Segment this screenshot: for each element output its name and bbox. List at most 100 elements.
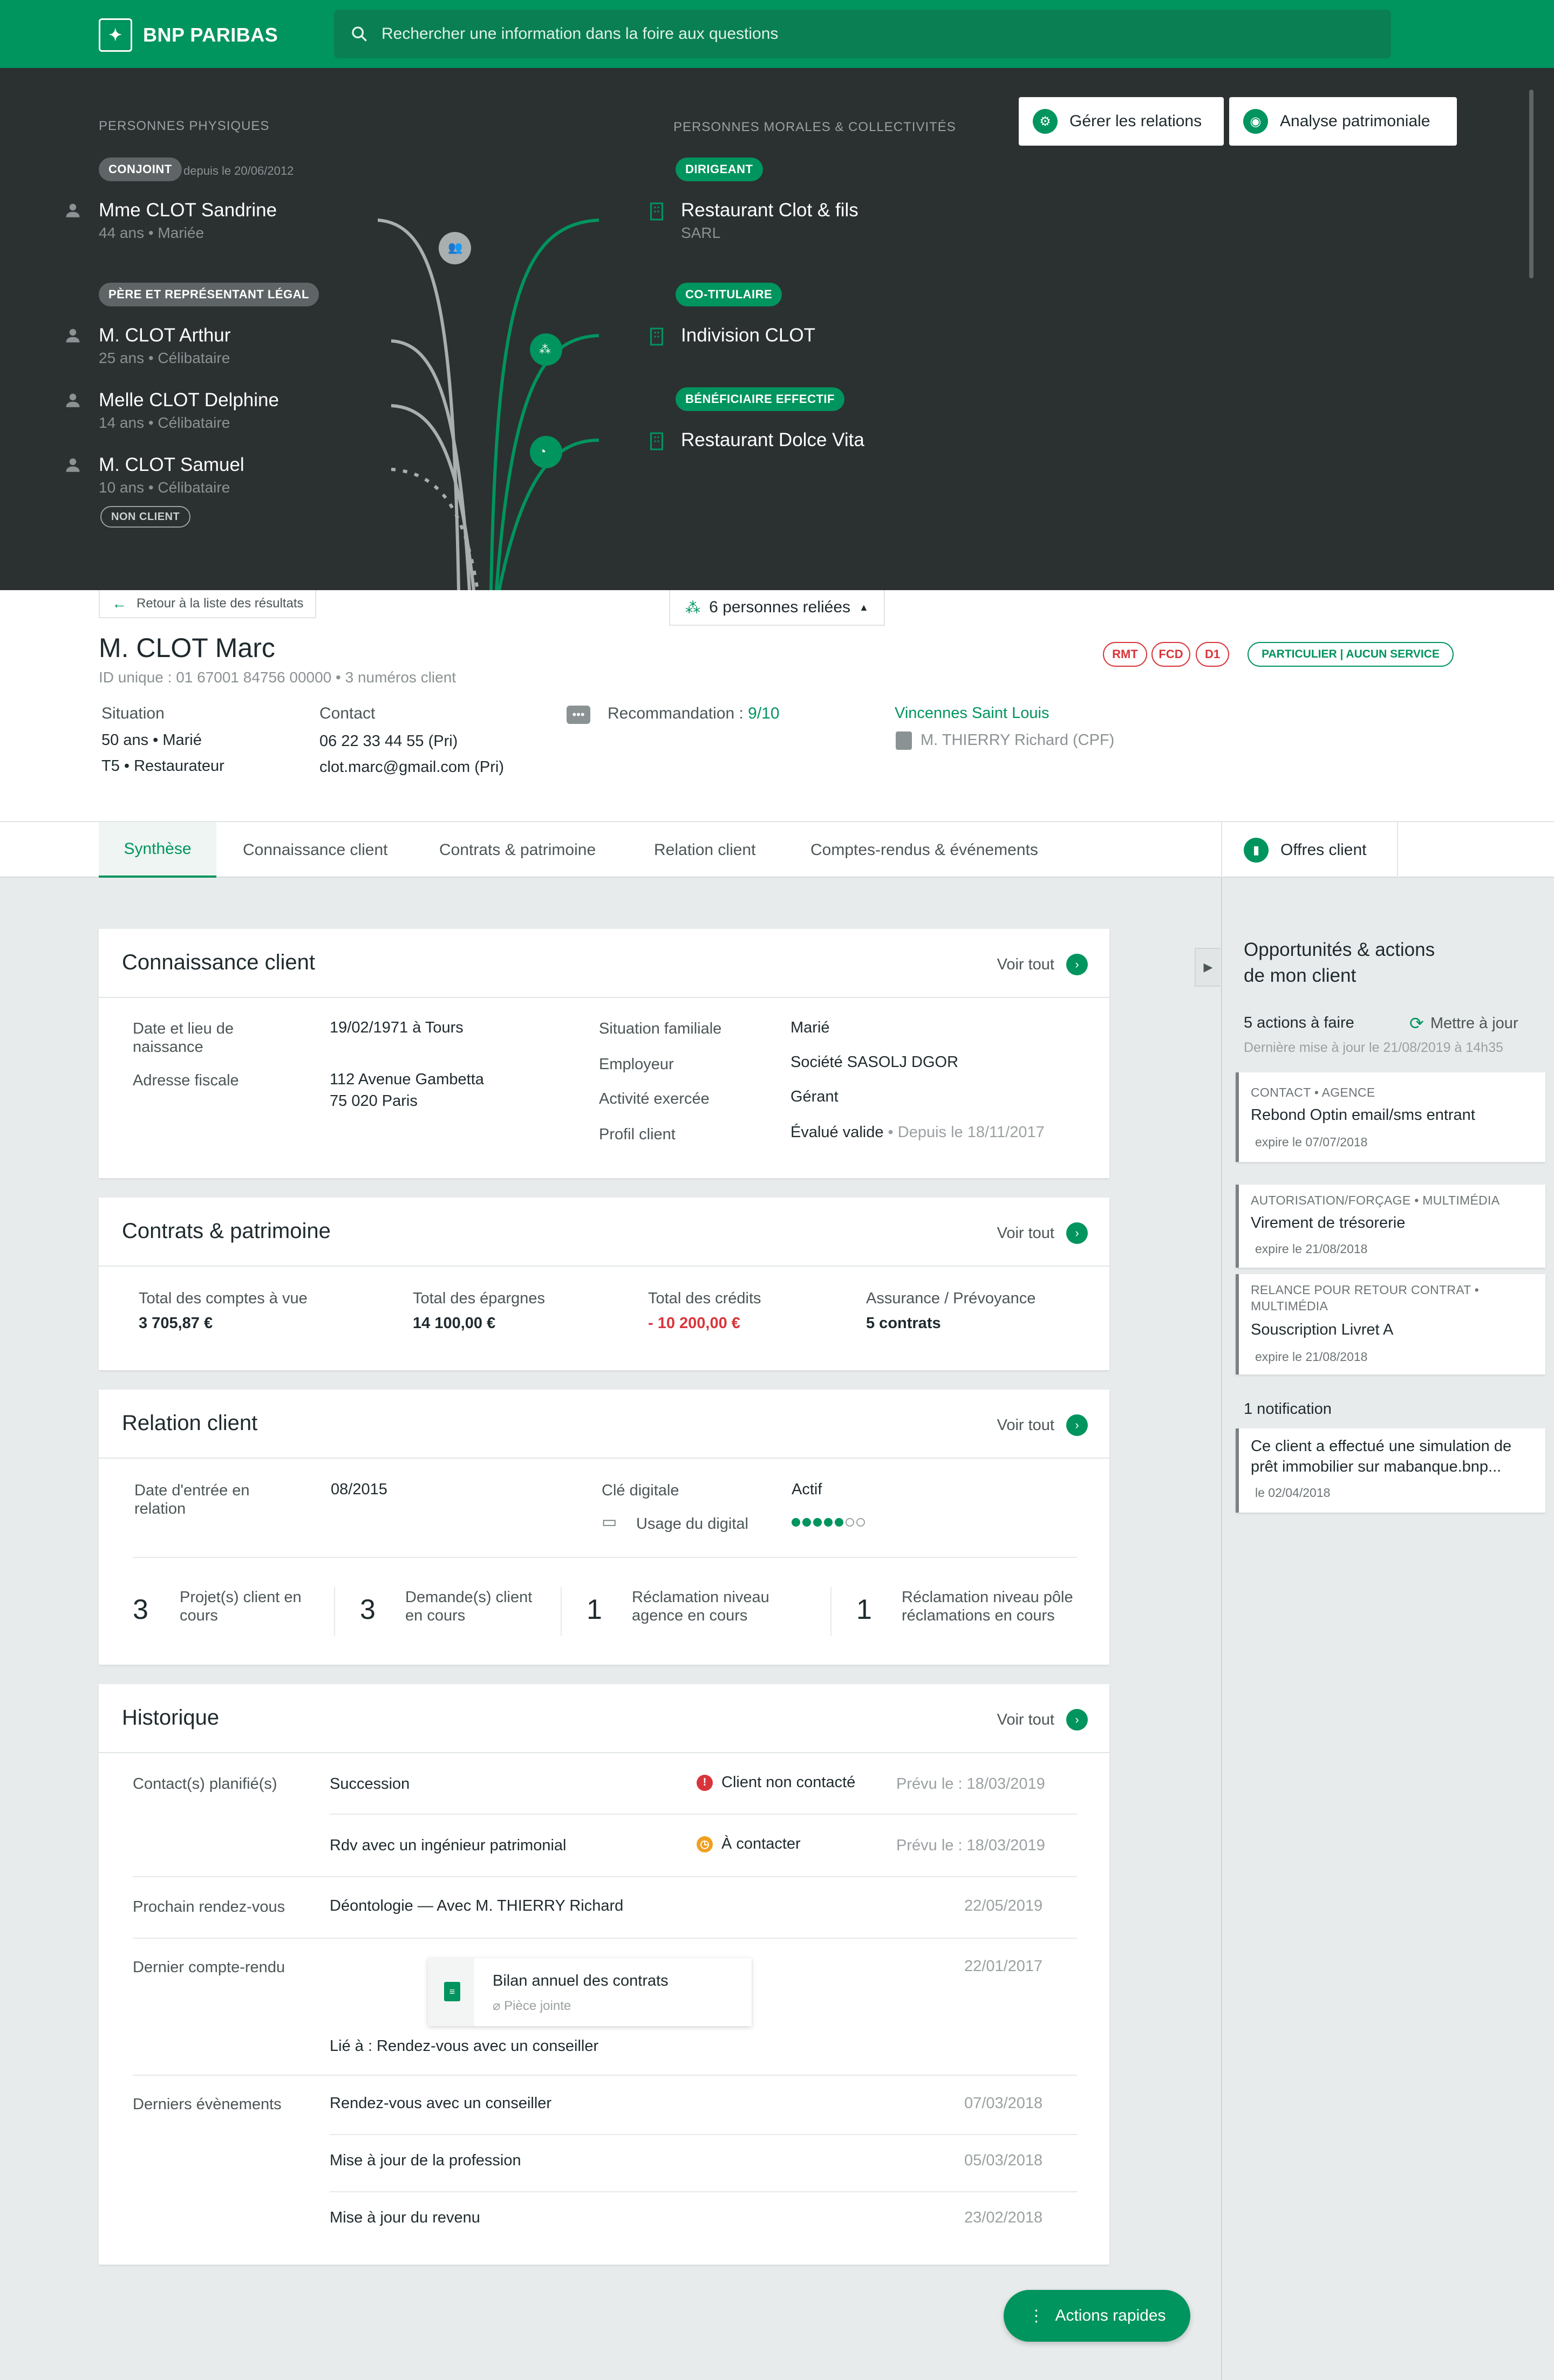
- family-value: Marié: [790, 1019, 830, 1036]
- relation-tag-spouse: CONJOINT: [99, 158, 182, 181]
- top-bar: ✦ BNP PARIBAS Rechercher une information…: [0, 0, 1554, 68]
- usage-dot-filled: [802, 1518, 811, 1527]
- next-appointment-label: Prochain rendez-vous: [133, 1898, 285, 1916]
- address-label: Adresse fiscale: [133, 1072, 239, 1089]
- divider: [133, 1876, 1077, 1877]
- usage-dot-filled: [792, 1518, 800, 1527]
- divider: [133, 1938, 1077, 1939]
- manage-relations-button[interactable]: ⚙ Gérer les relations: [1019, 97, 1224, 146]
- entry-date-value: 08/2015: [331, 1481, 387, 1498]
- relation-tag-beneficial-owner: BÉNÉFICIAIRE EFFECTIF: [676, 387, 844, 411]
- agency-link[interactable]: Vincennes Saint Louis: [895, 705, 1049, 722]
- tab-synthese[interactable]: Synthèse: [99, 822, 216, 878]
- stat-label[interactable]: Réclamation niveau agence en cours: [632, 1588, 788, 1625]
- see-all-link[interactable]: Voir tout ›: [997, 1222, 1088, 1244]
- planned-contact-date: Prévu le : 18/03/2019: [896, 1775, 1045, 1793]
- event-text[interactable]: Mise à jour de la profession: [330, 2150, 521, 2171]
- quick-actions-button[interactable]: ⋮ Actions rapides: [1004, 2290, 1190, 2342]
- back-to-results-link[interactable]: ← Retour à la liste des résultats: [99, 590, 317, 618]
- last-report-link[interactable]: Lié à : Rendez-vous avec un conseiller: [330, 2036, 598, 2056]
- group-icon: ⁂: [539, 343, 551, 356]
- recommendation-value: 9/10: [748, 705, 780, 722]
- relation-name-samuel[interactable]: M. CLOT Samuel: [99, 454, 244, 476]
- brand-logo[interactable]: ✦ BNP PARIBAS: [99, 18, 278, 52]
- tab-relation-client[interactable]: Relation client: [654, 822, 755, 878]
- action-card[interactable]: RELANCE POUR RETOUR CONTRAT • MULTIMÉDIA…: [1236, 1274, 1545, 1374]
- search-placeholder: Rechercher une information dans la foire…: [381, 25, 779, 43]
- last-report-card[interactable]: ≡ Bilan annuel des contrats ⌀ Pièce join…: [428, 1958, 752, 2026]
- stat-label[interactable]: Demande(s) client en cours: [405, 1588, 546, 1625]
- last-update: Dernière mise à jour le 21/08/2019 à 14h…: [1244, 1040, 1503, 1055]
- faq-search-input[interactable]: Rechercher une information dans la foire…: [334, 10, 1391, 58]
- event-date: 05/03/2018: [964, 2152, 1043, 2169]
- chevron-right-icon: ›: [1066, 1222, 1088, 1244]
- savings-label: Total des épargnes: [413, 1290, 546, 1307]
- person-icon: [66, 203, 80, 217]
- birth-value: 19/02/1971 à Tours: [330, 1019, 464, 1036]
- birth-label: Date et lieu de naissance: [133, 1020, 234, 1056]
- planned-contact-text[interactable]: Rdv avec un ingénieur patrimonial: [330, 1835, 566, 1856]
- refresh-button[interactable]: ⟳ Mettre à jour: [1409, 1013, 1518, 1034]
- last-report-title: Bilan annuel des contrats: [493, 1972, 669, 1989]
- relation-name-delphine[interactable]: Melle CLOT Delphine: [99, 389, 279, 411]
- notification-text-1: Ce client a effectué une simulation de: [1251, 1438, 1512, 1455]
- credits-value: - 10 200,00 €: [648, 1315, 740, 1332]
- stat-label[interactable]: Projet(s) client en cours: [180, 1588, 320, 1625]
- relation-tag-director: DIRIGEANT: [676, 158, 763, 181]
- address-line-2: 75 020 Paris: [330, 1092, 418, 1110]
- paperclip-icon: ⌀: [493, 1999, 505, 2013]
- notification-text-2: prêt immobilier sur mabanque.bnp...: [1251, 1458, 1502, 1475]
- current-accounts-label: Total des comptes à vue: [139, 1290, 308, 1307]
- brand-name: BNP PARIBAS: [143, 24, 278, 46]
- tab-comptes-rendus[interactable]: Comptes-rendus & événements: [810, 822, 1038, 878]
- activity-label: Activité exercée: [599, 1090, 710, 1107]
- wealth-analysis-button[interactable]: ◉ Analyse patrimoniale: [1229, 97, 1457, 146]
- tab-contrats-patrimoine[interactable]: Contrats & patrimoine: [439, 822, 596, 878]
- divider: [330, 2191, 1078, 2192]
- manage-relations-label: Gérer les relations: [1069, 112, 1202, 130]
- action-category-line-2: MULTIMÉDIA: [1251, 1299, 1328, 1313]
- relation-sub: 44 ans • Mariée: [99, 224, 205, 241]
- address-line-1: 112 Avenue Gambetta: [330, 1071, 484, 1088]
- planned-contact-date: Prévu le : 18/03/2019: [896, 1837, 1045, 1854]
- see-all-link[interactable]: Voir tout ›: [997, 1709, 1088, 1731]
- relation-name-sandrine[interactable]: Mme CLOT Sandrine: [99, 200, 277, 221]
- digital-usage-rating: [792, 1518, 867, 1527]
- event-text[interactable]: Mise à jour du revenu: [330, 2207, 480, 2228]
- divider: [561, 1587, 562, 1636]
- action-card[interactable]: CONTACT • AGENCE Rebond Optin email/sms …: [1236, 1072, 1545, 1162]
- stat-label[interactable]: Réclamation niveau pôle réclamations en …: [902, 1588, 1085, 1625]
- relation-name-restaurant-clot[interactable]: Restaurant Clot & fils: [681, 200, 858, 221]
- card-title: Relation client: [122, 1411, 258, 1435]
- building-icon: [650, 432, 663, 450]
- contact-email[interactable]: clot.marc@gmail.com (Pri): [319, 758, 504, 776]
- relations-scrollbar[interactable]: [1529, 90, 1533, 278]
- notification-card[interactable]: Ce client a effectué une simulation de p…: [1236, 1428, 1545, 1513]
- relation-name-dolce-vita[interactable]: Restaurant Dolce Vita: [681, 429, 864, 451]
- relation-name-indivision[interactable]: Indivision CLOT: [681, 325, 815, 346]
- credits-label: Total des crédits: [648, 1290, 761, 1307]
- planned-contact-text[interactable]: Succession: [330, 1774, 410, 1794]
- see-all-link[interactable]: Voir tout ›: [997, 954, 1088, 975]
- insurance-value: 5 contrats: [866, 1315, 941, 1332]
- collapse-panel-button[interactable]: ▶: [1195, 948, 1221, 987]
- see-all-link[interactable]: Voir tout ›: [997, 1414, 1088, 1436]
- family-label: Situation familiale: [599, 1020, 722, 1037]
- action-card[interactable]: AUTORISATION/FORÇAGE • MULTIMÉDIA Vireme…: [1236, 1185, 1545, 1268]
- building-icon: [650, 202, 663, 221]
- relation-name-arthur[interactable]: M. CLOT Arthur: [99, 325, 230, 346]
- client-offers-button[interactable]: ▮ Offres client: [1221, 822, 1398, 878]
- action-category: CONTACT • AGENCE: [1251, 1085, 1375, 1099]
- contact-label: Contact: [319, 705, 376, 722]
- tab-connaissance-client[interactable]: Connaissance client: [243, 822, 388, 878]
- next-appointment-text[interactable]: Déontologie — Avec M. THIERRY Richard: [330, 1896, 623, 1916]
- contracts-card: Contrats & patrimoine Voir tout › Total d…: [99, 1198, 1109, 1370]
- see-all-label: Voir tout: [997, 1416, 1054, 1434]
- action-title: Virement de trésorerie: [1251, 1214, 1406, 1232]
- entry-date-label: Date d'entrée en relation: [134, 1482, 250, 1517]
- event-text[interactable]: Rendez-vous avec un conseiller: [330, 2093, 551, 2114]
- contact-phone[interactable]: 06 22 33 44 55 (Pri): [319, 733, 458, 750]
- more-vertical-icon: ⋮: [1028, 2307, 1045, 2325]
- status-text: Client non contacté: [721, 1774, 856, 1791]
- linked-persons-toggle[interactable]: ⁂ 6 personnes reliées ▲: [669, 590, 885, 626]
